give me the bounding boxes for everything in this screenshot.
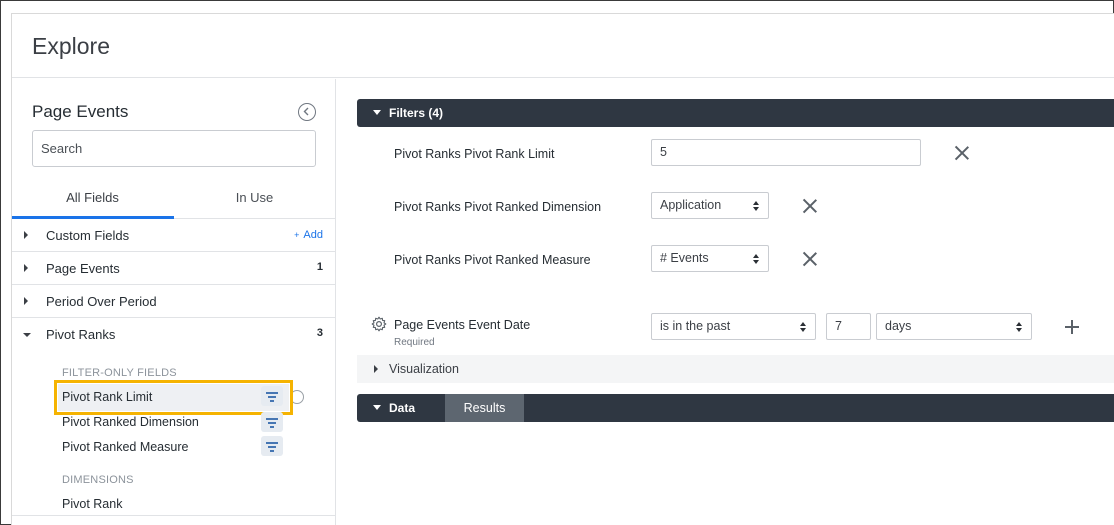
add-custom-field-link[interactable]: + Add xyxy=(294,229,323,241)
field-picker-sidebar: Page Events All Fields In Use Custom Fie… xyxy=(12,79,336,525)
remove-filter-icon[interactable] xyxy=(803,252,817,266)
filter-label: Pivot Ranks Pivot Ranked Dimension xyxy=(394,200,602,214)
group-custom-fields[interactable]: Custom Fields + Add xyxy=(12,219,335,252)
filter-label: Page Events Event Date xyxy=(394,318,531,332)
add-filter-icon[interactable] xyxy=(1065,320,1079,334)
group-label: Page Events xyxy=(46,261,120,276)
caret-right-icon xyxy=(374,365,378,373)
group-pivot-ranks[interactable]: Pivot Ranks 3 xyxy=(12,318,335,351)
filter-label: Pivot Ranks Pivot Ranked Measure xyxy=(394,253,591,267)
group-label: Pivot Ranks xyxy=(46,327,116,342)
group-period-over-period[interactable]: Period Over Period xyxy=(12,285,335,318)
field-pivot-ranked-dimension[interactable]: Pivot Ranked Dimension xyxy=(62,415,199,429)
pivot-rank-limit-input[interactable]: 5 xyxy=(651,139,921,166)
caret-right-icon xyxy=(24,231,28,239)
remove-filter-icon[interactable] xyxy=(803,199,817,213)
field-tabs: All Fields In Use xyxy=(12,185,335,219)
tab-results[interactable]: Results xyxy=(445,394,524,422)
explore-panel: Explore Page Events All Fields In Use Cu… xyxy=(11,13,1114,525)
pivot-ranked-dimension-select[interactable]: Application xyxy=(651,192,769,219)
page-header: Explore xyxy=(12,14,1114,78)
date-unit-select[interactable]: days xyxy=(876,313,1032,340)
window-frame: Explore Page Events All Fields In Use Cu… xyxy=(0,0,1114,525)
date-operator-select[interactable]: is in the past xyxy=(651,313,816,340)
field-pivot-rank[interactable]: Pivot Rank xyxy=(62,497,122,511)
visualization-title: Visualization xyxy=(389,362,459,376)
remove-filter-icon[interactable] xyxy=(955,146,969,160)
tab-all-fields[interactable]: All Fields xyxy=(12,185,173,219)
group-page-events[interactable]: Page Events 1 xyxy=(12,252,335,285)
group-count: 3 xyxy=(316,327,323,339)
filters-title: Filters (4) xyxy=(389,106,444,120)
dimensions-heading: DIMENSIONS xyxy=(62,474,134,486)
field-pivot-ranked-measure[interactable]: Pivot Ranked Measure xyxy=(62,440,188,454)
tab-in-use[interactable]: In Use xyxy=(174,185,335,219)
caret-right-icon xyxy=(24,297,28,305)
group-label: Period Over Period xyxy=(46,294,157,309)
caret-down-icon xyxy=(23,333,31,337)
explore-name: Page Events xyxy=(32,102,129,121)
caret-down-icon xyxy=(373,110,381,115)
group-label: Custom Fields xyxy=(46,228,130,243)
page-title: Explore xyxy=(32,33,110,59)
gear-icon[interactable] xyxy=(371,316,387,332)
divider xyxy=(12,515,335,516)
plus-icon: + xyxy=(294,230,300,240)
select-arrows-icon xyxy=(800,322,806,332)
filter-by-field-button[interactable] xyxy=(261,412,283,432)
filter-label: Pivot Ranks Pivot Rank Limit xyxy=(394,147,555,161)
filters-section-header[interactable]: Filters (4) xyxy=(357,99,1114,127)
data-section-header[interactable]: Data Results xyxy=(357,394,1114,422)
caret-down-icon xyxy=(373,405,381,410)
caret-right-icon xyxy=(24,264,28,272)
data-title: Data xyxy=(389,401,416,415)
date-number-input[interactable]: 7 xyxy=(826,313,871,340)
highlight-box xyxy=(54,380,293,415)
visualization-section-header[interactable]: Visualization xyxy=(357,355,1114,383)
filter-by-field-button[interactable] xyxy=(261,436,283,456)
required-note: Required xyxy=(394,337,435,348)
group-count: 1 xyxy=(316,261,323,273)
field-search-input[interactable] xyxy=(32,130,316,167)
filter-only-heading: FILTER-ONLY FIELDS xyxy=(62,367,177,379)
select-arrows-icon xyxy=(753,254,759,264)
pivot-ranked-measure-select[interactable]: # Events xyxy=(651,245,769,272)
collapse-sidebar-icon[interactable] xyxy=(298,103,316,121)
select-arrows-icon xyxy=(753,201,759,211)
select-arrows-icon xyxy=(1016,322,1022,332)
